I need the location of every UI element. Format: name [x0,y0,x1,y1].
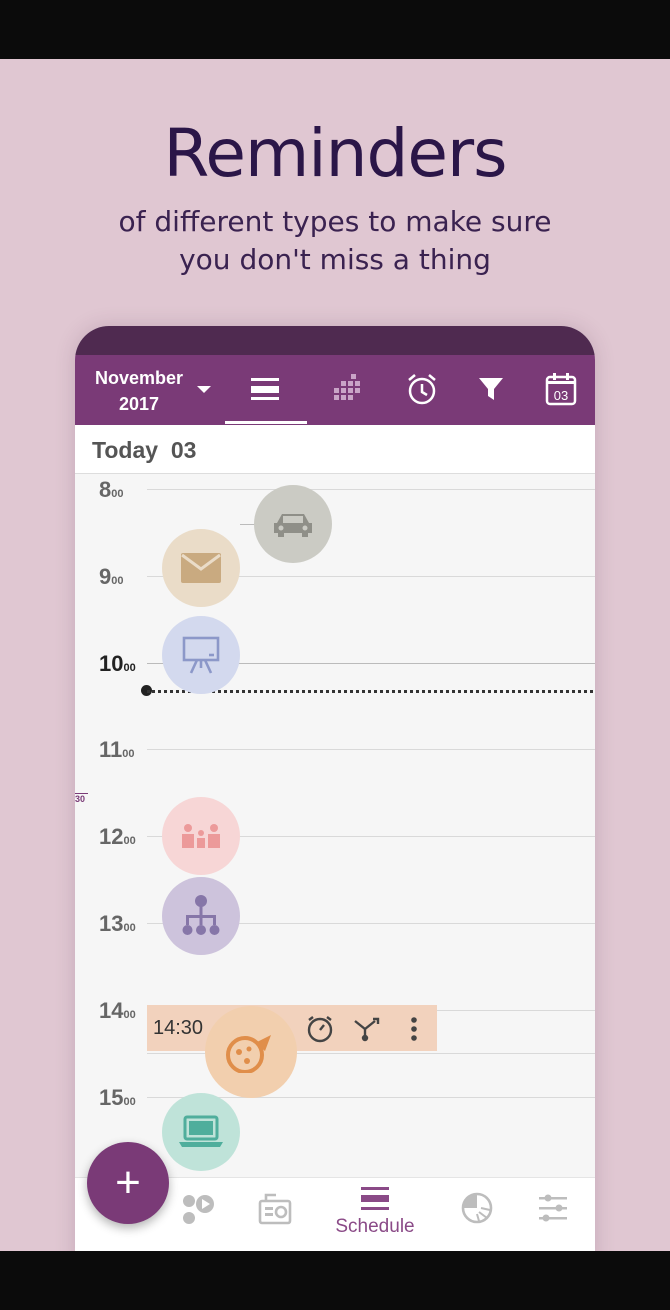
grid-view-icon[interactable] [326,369,366,409]
month-label: November [94,368,184,388]
hour-line [147,489,595,490]
event-time: 14:30 [153,1017,204,1039]
alarm-icon[interactable] [305,1014,335,1044]
phone-status-bar [75,326,595,355]
calendar-day-number: 03 [554,388,568,403]
pizza-icon[interactable] [205,1006,297,1098]
hour-label: 1400 [99,998,136,1023]
nav-radio[interactable] [235,1192,315,1251]
promo-subline: of different types to make sure you don'… [0,203,670,279]
car-icon[interactable] [254,485,332,563]
app-toolbar: November 2017 03 [75,355,595,425]
promo-subline-1: of different types to make sure [118,205,552,238]
more-icon[interactable] [399,1014,429,1044]
hour-label: 1500 [99,1085,136,1110]
half-hour-marker: 30 [75,793,89,804]
hour-label: 1200 [99,824,136,849]
hour-label: 1100 [99,737,135,762]
bubbles-icon [183,1195,214,1224]
today-day: 03 [170,437,197,463]
settings-sliders-icon [539,1194,567,1222]
active-view-indicator [225,421,307,424]
hour-label: 900 [99,564,124,589]
mail-icon[interactable] [162,529,240,607]
pie-chart-icon [461,1192,493,1224]
calendar-day-icon[interactable]: 03 [541,369,581,409]
nav-statistics[interactable] [437,1192,517,1251]
radio-icon [258,1193,292,1225]
promo-subline-2: you don't miss a thing [179,243,491,276]
nav-schedule[interactable]: Schedule [335,1186,415,1246]
filter-icon[interactable] [471,369,511,409]
hour-line [147,749,595,750]
nav-schedule-label: Schedule [335,1216,415,1237]
hour-label: 800 [99,477,124,502]
people-icon[interactable] [162,797,240,875]
nav-bubbles[interactable] [157,1192,237,1251]
promo-headline: Reminders [163,115,508,192]
add-button[interactable]: + [87,1142,169,1224]
hierarchy-icon[interactable] [162,877,240,955]
promo-screen: Reminders of different types to make sur… [0,59,670,1251]
nav-settings[interactable] [513,1192,593,1251]
chevron-down-icon[interactable] [197,386,211,393]
month-selector[interactable]: November 2017 [89,365,189,417]
today-label: Today 03 [92,437,196,464]
schedule-icon [361,1187,389,1210]
year-label: 2017 [118,394,160,414]
laptop-icon[interactable] [162,1093,240,1171]
status-bar [0,0,670,59]
bubble-connector [240,524,255,525]
presentation-icon[interactable] [162,616,240,694]
alarm-icon[interactable] [402,369,442,409]
navigation-bar [0,1251,670,1310]
hour-label: 1300 [99,911,136,936]
today-header: Today 03 [75,425,595,474]
today-text: Today [92,437,159,463]
branch-icon[interactable] [352,1014,382,1044]
phone-screen: November 2017 03 Today 03 800 900 1000 1… [75,326,595,1251]
list-view-icon[interactable] [245,369,285,409]
hour-label-current: 1000 [99,651,136,676]
